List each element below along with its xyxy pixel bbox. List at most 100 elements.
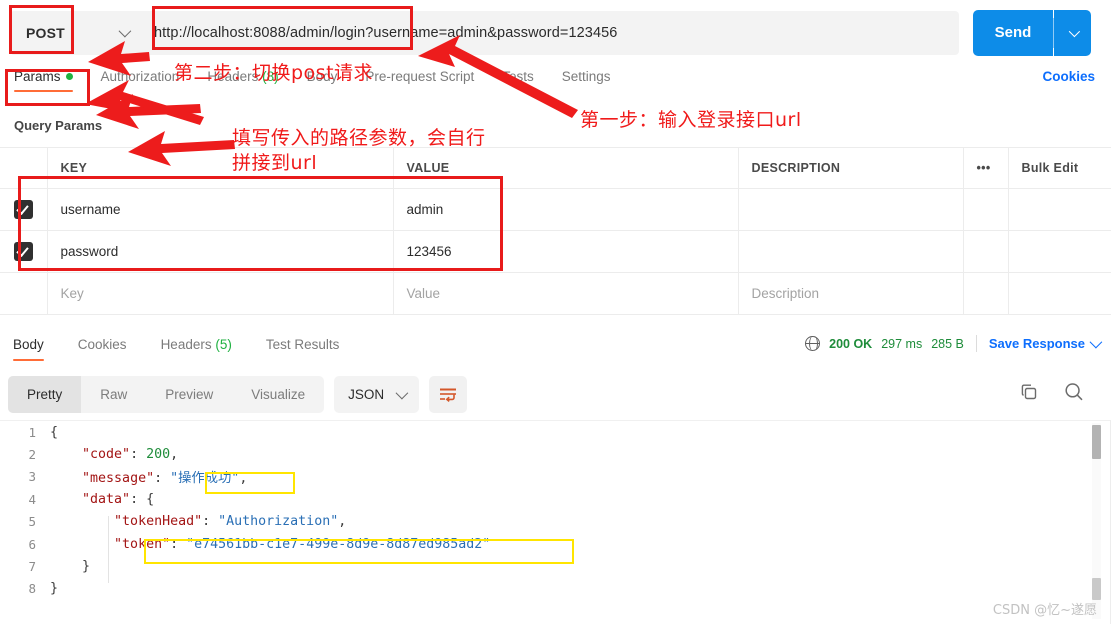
line-number: 7 [28,559,36,575]
chevron-down-icon [395,386,409,400]
chevron-down-icon [1068,25,1080,37]
header-checkbox-cell [0,147,48,189]
http-method-select[interactable]: POST [10,10,140,55]
row-checkbox-cell[interactable] [0,230,48,273]
response-body-code[interactable]: 1{2 "code": 200, 3 "message": "操作成功", 4 "d… [0,420,1111,624]
row-spacer-cell [1008,230,1111,273]
row-spacer-cell [1008,272,1111,315]
param-description-input[interactable] [738,230,964,273]
code-line: 7 } [0,555,1111,577]
response-view-bar: Pretty Raw Preview Visualize JSON [8,376,468,413]
param-value-input[interactable]: admin [393,188,739,231]
response-tab-test-results[interactable]: Test Results [261,333,345,367]
line-number: 3 [28,469,36,485]
row-checkbox-cell[interactable] [0,272,48,315]
cookies-link[interactable]: Cookies [1042,69,1095,84]
param-description-input[interactable] [738,188,964,231]
vertical-scrollbar-thumb[interactable] [1092,425,1101,459]
code-text: "tokenHead": "Authorization", [114,514,347,530]
code-text: "message": "操作成功", [82,471,248,487]
wrap-lines-button[interactable] [429,376,468,413]
line-number: 1 [28,424,36,440]
tab-body[interactable]: Body [307,65,338,99]
checkbox-checked-icon[interactable] [13,242,33,261]
copy-button[interactable] [1019,382,1039,405]
new-param-key-input[interactable]: Key [47,272,394,315]
view-mode-visualize[interactable]: Visualize [232,376,324,413]
send-button[interactable]: Send [973,9,1053,56]
search-icon [1065,383,1083,401]
row-checkbox-cell[interactable] [0,188,48,231]
tab-pre-request-script[interactable]: Pre-request Script [365,65,474,99]
param-key-input[interactable]: username [47,188,394,231]
code-text: { [50,424,59,440]
table-row: username admin [0,188,1111,231]
bulk-edit-button[interactable]: Bulk Edit [1008,147,1111,189]
line-number: 5 [28,514,36,530]
row-spacer-cell [963,230,1009,273]
query-params-table: KEY VALUE DESCRIPTION ••• Bulk Edit user… [0,147,1111,315]
url-input[interactable]: http://localhost:8088/admin/login?userna… [140,10,959,55]
view-mode-segmented-control: Pretty Raw Preview Visualize [8,376,325,413]
code-line: 3 "message": "操作成功", [0,466,1111,488]
format-select[interactable]: JSON [334,376,420,413]
param-key-input[interactable]: password [47,230,394,273]
code-line: 6 "token": "e74561bb-c1e7-499e-8d9e-8d87… [0,533,1111,555]
tab-authorization[interactable]: Authorization [101,65,180,99]
param-value-input[interactable]: 123456 [393,230,739,273]
response-body-actions [1019,381,1085,406]
new-param-description-input[interactable]: Description [738,272,964,315]
code-line: 4 "data": { [0,488,1111,510]
response-tab-headers[interactable]: Headers (5) [156,333,237,367]
code-line: 8} [0,578,1111,600]
view-mode-raw[interactable]: Raw [81,376,146,413]
request-bar: POST http://localhost:8088/admin/login?u… [0,0,1111,65]
row-spacer-cell [1008,188,1111,231]
annotation-step1-text: 第一步：输入登录接口url [580,109,802,131]
code-line: 5 "tokenHead": "Authorization", [0,511,1111,533]
view-mode-pretty[interactable]: Pretty [8,376,82,413]
tab-params[interactable]: Params [14,65,73,99]
status-divider [975,335,977,352]
code-text: "data": { [82,491,155,507]
line-number: 4 [28,491,36,507]
chevron-down-icon [118,24,132,38]
globe-icon [804,335,821,352]
code-fold-guide [108,516,109,583]
column-header-description: DESCRIPTION [738,147,964,189]
table-row: password 123456 [0,230,1111,273]
send-divider [1053,17,1054,48]
save-response-button[interactable]: Save Response [989,335,1103,351]
code-line: 2 "code": 200, [0,443,1111,465]
table-row-empty: Key Value Description [0,272,1111,315]
row-spacer-cell [963,272,1009,315]
checkbox-checked-icon[interactable] [13,200,33,219]
vertical-scrollbar-thumb-secondary[interactable] [1092,578,1101,600]
format-label: JSON [348,387,385,402]
view-mode-preview[interactable]: Preview [146,376,232,413]
send-options-button[interactable] [1054,9,1091,56]
response-size: 285 B [931,336,964,351]
params-active-dot-icon [65,73,73,80]
tab-headers[interactable]: Headers (8) [207,65,278,99]
tab-settings[interactable]: Settings [562,65,611,99]
code-text: "code": 200, [82,447,179,463]
search-button[interactable] [1063,381,1085,406]
wrap-lines-icon [440,388,457,402]
response-tab-cookies[interactable]: Cookies [73,333,132,367]
line-number: 2 [28,447,36,463]
annotation-params-note-line1: 填写传入的路径参数，会自行 [232,127,486,149]
tab-tests[interactable]: Tests [502,65,534,99]
line-number: 8 [28,581,36,597]
copy-icon [1021,384,1037,400]
line-number: 6 [28,536,36,552]
code-text: } [50,581,59,597]
response-tab-body[interactable]: Body [8,333,49,367]
new-param-value-input[interactable]: Value [393,272,739,315]
http-method-label: POST [26,24,65,41]
code-line: 1{ [0,421,1111,443]
response-time: 297 ms [881,336,923,351]
column-header-key: KEY [47,147,394,189]
more-options-button[interactable]: ••• [963,147,1009,189]
response-status-bar: 200 OK 297 ms 285 B Save Response [804,335,1103,352]
